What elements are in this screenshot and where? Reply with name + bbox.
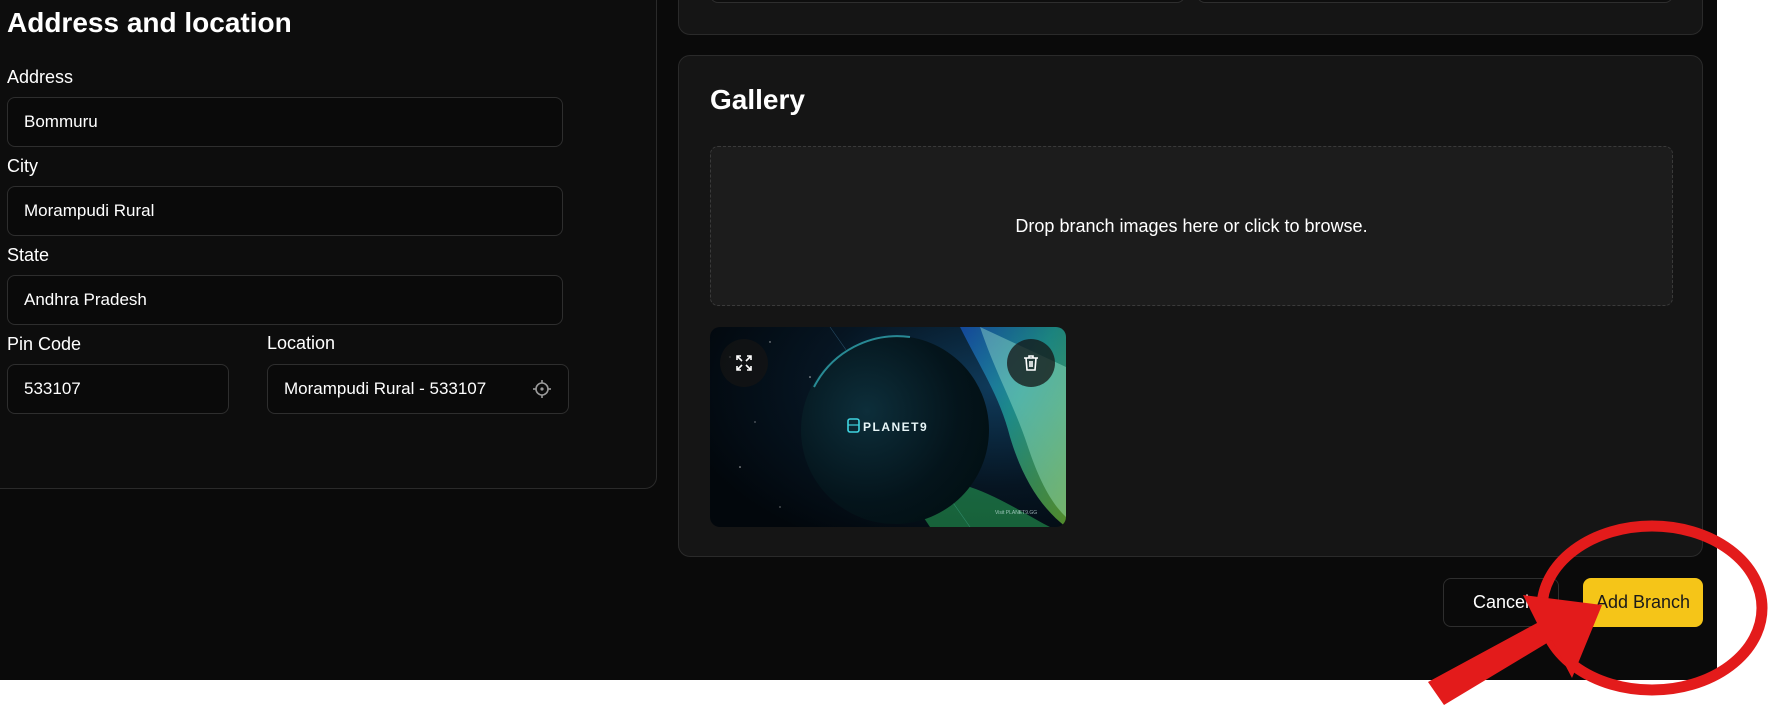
- planet9-caption-text: Visit PLANET9.GG: [995, 510, 1037, 516]
- gallery-image-thumbnail[interactable]: PLANET9 Visit PLANET9.GG: [710, 327, 1066, 527]
- location-label: Location: [267, 333, 336, 353]
- expand-image-button[interactable]: [720, 339, 768, 387]
- add-branch-button[interactable]: Add Branch: [1583, 578, 1703, 627]
- address-location-card: Address and location Address Bommuru Cit…: [0, 0, 657, 489]
- image-dropzone[interactable]: Drop branch images here or click to brow…: [710, 146, 1673, 306]
- pin-code-label: Pin Code: [7, 334, 82, 354]
- section-title-gallery: Gallery: [710, 84, 805, 115]
- city-input[interactable]: Morampudi Rural: [7, 186, 563, 236]
- location-input[interactable]: Morampudi Rural - 533107: [267, 364, 569, 414]
- details-card-partial: [678, 0, 1703, 35]
- partial-input-right[interactable]: [1197, 0, 1673, 3]
- city-label: City: [7, 156, 38, 176]
- location-value: Morampudi Rural - 533107: [284, 379, 487, 398]
- planet9-brand-text: PLANET9: [863, 420, 928, 434]
- gallery-card: Gallery Drop branch images here or click…: [678, 55, 1703, 557]
- cancel-button[interactable]: Cancel: [1443, 578, 1559, 627]
- pin-code-input[interactable]: 533107: [7, 364, 229, 414]
- delete-image-button[interactable]: [1007, 339, 1055, 387]
- dropzone-text: Drop branch images here or click to brow…: [1015, 215, 1368, 236]
- address-input[interactable]: Bommuru: [7, 97, 563, 147]
- section-title-address: Address and location: [7, 7, 292, 38]
- trash-icon: [1024, 355, 1038, 371]
- state-input[interactable]: Andhra Pradesh: [7, 275, 563, 325]
- crosshair-icon[interactable]: [532, 379, 552, 399]
- address-label: Address: [7, 67, 74, 87]
- expand-icon: [736, 355, 752, 371]
- state-label: State: [7, 245, 50, 265]
- partial-input-left[interactable]: [710, 0, 1185, 3]
